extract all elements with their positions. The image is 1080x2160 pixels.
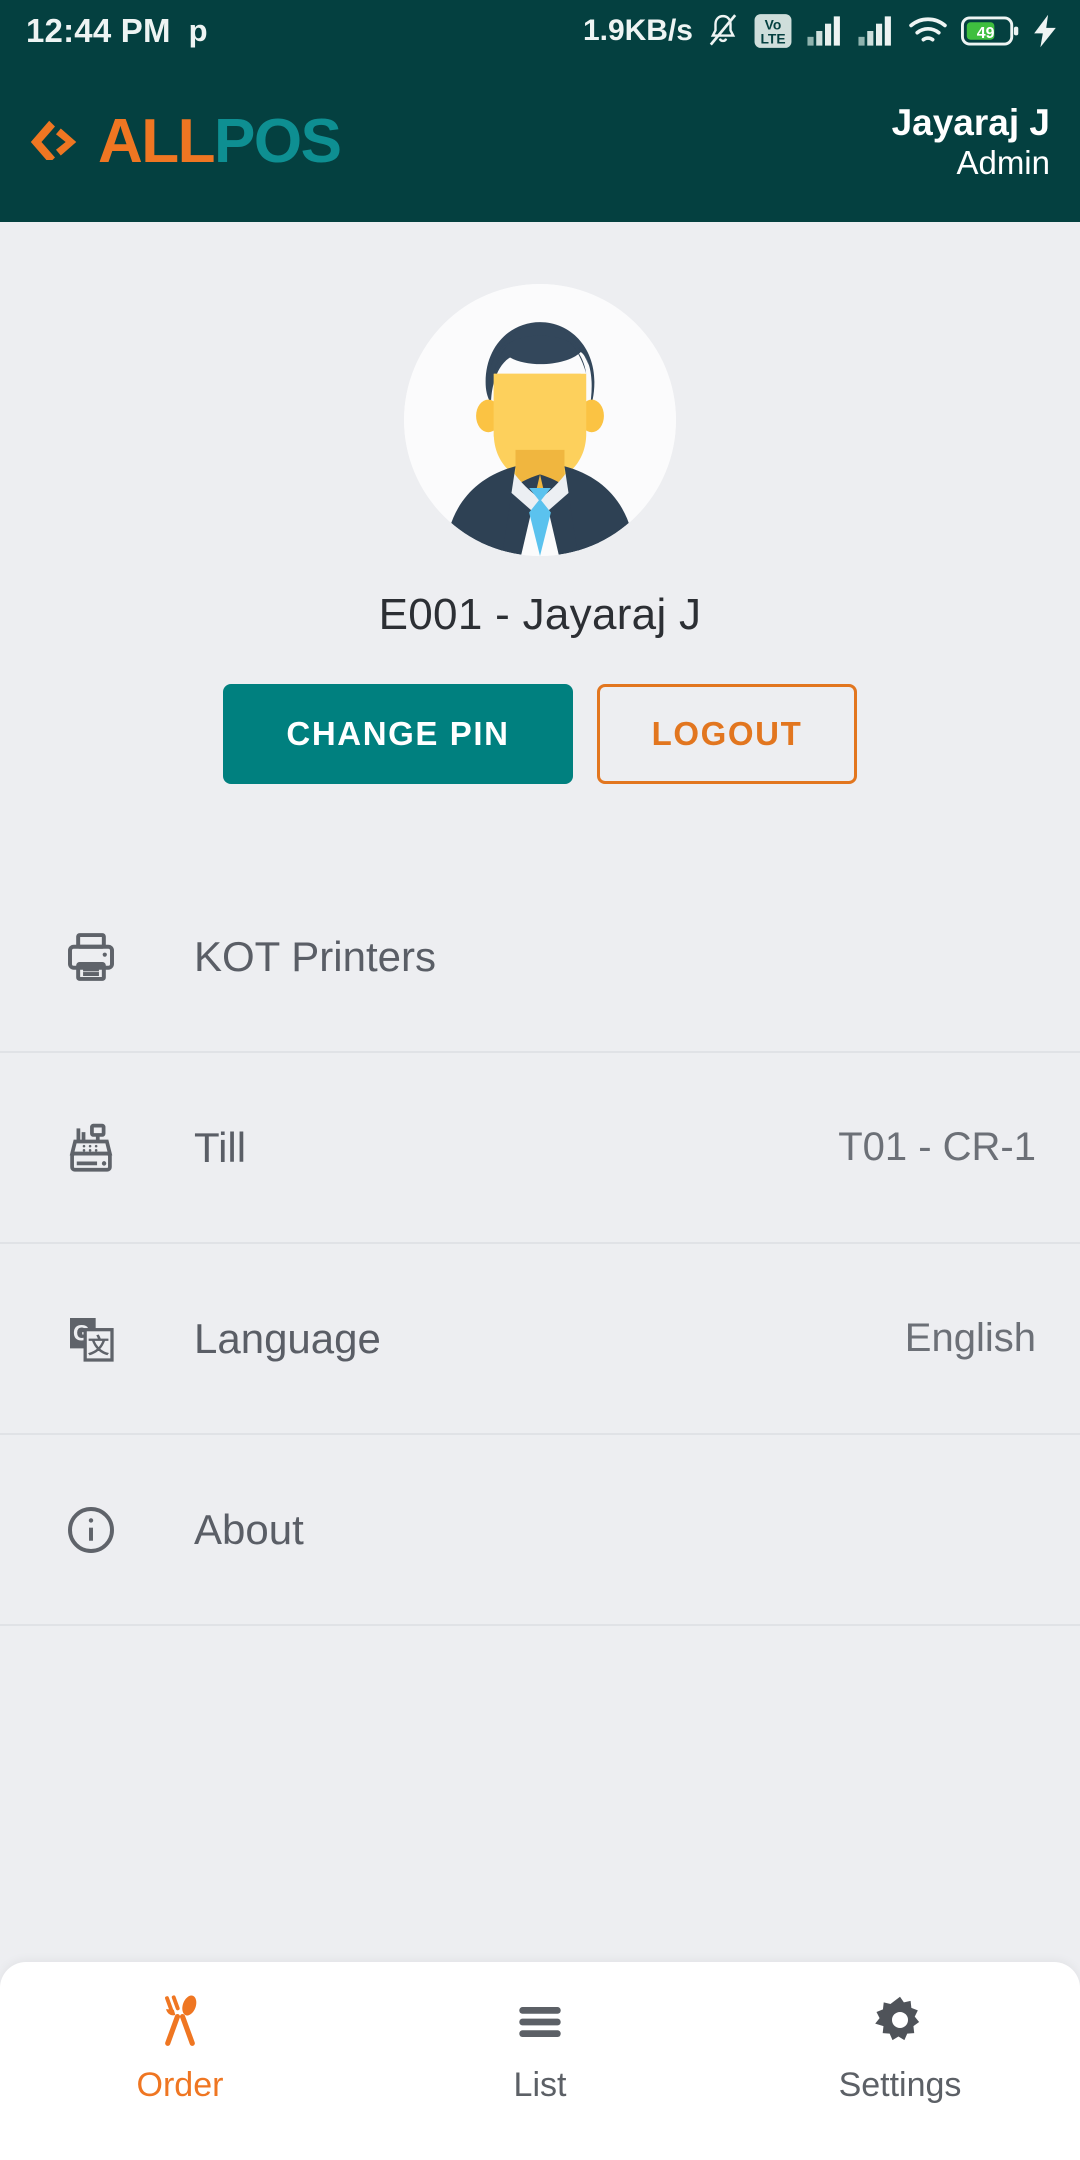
nav-item-list[interactable]: List [360,1990,720,2105]
settings-row-till[interactable]: Till T01 - CR-1 [0,1053,1080,1244]
translate-icon: G 文 [58,1311,124,1367]
signal-bars-icon [807,16,840,46]
header-user-role: Admin [956,144,1050,182]
svg-text:文: 文 [88,1334,110,1358]
settings-row-kot-printers[interactable]: KOT Printers [0,862,1080,1053]
fork-spoon-icon [165,1995,197,2046]
gear-icon [875,1996,920,2041]
status-bar-left: 12:44 PM р [26,12,208,50]
settings-row-value: English [904,1316,1036,1360]
profile-section: E001 - Jayaraj J CHANGE PIN LOGOUT [0,222,1080,862]
nav-item-label: Settings [838,2066,962,2104]
logout-button[interactable]: LOGOUT [597,684,857,784]
cash-register-icon [58,1120,124,1176]
volte-icon: Vo LTE [754,14,792,48]
settings-row-about[interactable]: About [0,1435,1080,1626]
user-avatar-illustration [404,284,676,556]
app-logo: ALLPOS [26,111,342,173]
status-bar: 12:44 PM р 1.9KB/s Vo LTE 49 [0,0,1080,62]
profile-action-buttons: CHANGE PIN LOGOUT [223,684,857,784]
nav-item-label: Order [136,2066,224,2104]
printer-icon [58,929,124,985]
info-circle-icon [58,1502,124,1558]
logo-text-pos: POS [214,107,342,176]
settings-row-value: T01 - CR-1 [838,1125,1036,1169]
settings-row-label: KOT Printers [194,932,436,980]
signal-bars-icon [858,16,891,46]
nav-item-order[interactable]: Order [0,1990,360,2105]
logo-text-all: ALL [98,107,216,176]
settings-row-language[interactable]: G 文 Language English [0,1244,1080,1435]
battery-icon: 49 [961,16,1019,46]
status-bar-clock: 12:44 PM [26,12,171,49]
bottom-navigation: Order List Settings [0,1962,1080,2160]
app-logo-text: ALLPOS [98,111,342,173]
bell-muted-icon [709,14,737,46]
svg-text:LTE: LTE [760,30,785,46]
nav-item-label: List [513,2066,567,2104]
header-user-info[interactable]: Jayaraj J Admin [892,102,1050,182]
settings-list: KOT Printers Till T01 - CR-1 G 文 Languag… [0,862,1080,1626]
status-bar-right: 1.9KB/s Vo LTE 49 [583,11,1058,51]
lightning-bolt-icon [1034,14,1056,48]
hamburger-list-icon [519,2007,561,2038]
settings-row-label: About [194,1505,304,1553]
settings-row-label: Till [194,1123,247,1171]
app-header: ALLPOS Jayaraj J Admin [0,62,1080,222]
settings-row-label: Language [194,1314,381,1362]
change-pin-button[interactable]: CHANGE PIN [223,684,573,784]
wifi-icon [909,17,947,42]
p-letter-icon: р [188,13,208,48]
battery-level-label: 49 [977,25,995,42]
nav-item-settings[interactable]: Settings [720,1990,1080,2105]
header-corner-notch [0,160,66,222]
network-speed-label: 1.9KB/s [582,14,693,47]
header-user-name: Jayaraj J [891,101,1050,143]
profile-display-name: E001 - Jayaraj J [378,590,702,639]
app-screen: 12:44 PM р 1.9KB/s Vo LTE 49 ALLPOS Jaya… [0,0,1080,2160]
